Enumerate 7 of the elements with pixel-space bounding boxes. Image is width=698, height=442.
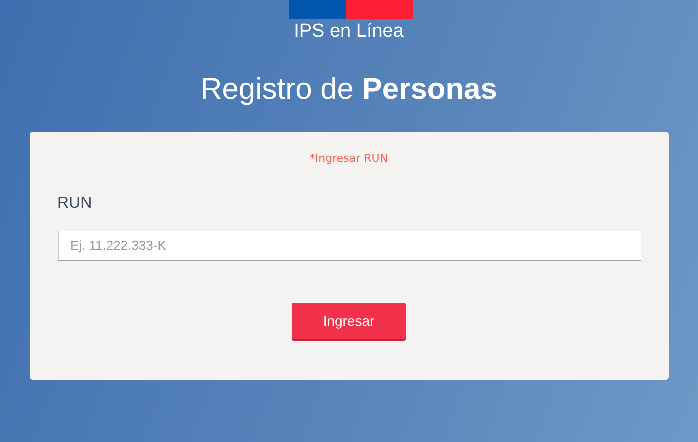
brand-title: IPS en Línea	[294, 21, 404, 43]
error-message: *Ingresar RUN	[308, 152, 390, 165]
page-heading: Registro de Personas	[200, 73, 498, 107]
submit-button[interactable]: Ingresar	[292, 303, 406, 339]
flag-logo-icon	[288, 0, 412, 19]
field-label: RUN	[58, 195, 94, 213]
run-input-field[interactable]: Ej. 11.222.333-K	[58, 231, 640, 261]
